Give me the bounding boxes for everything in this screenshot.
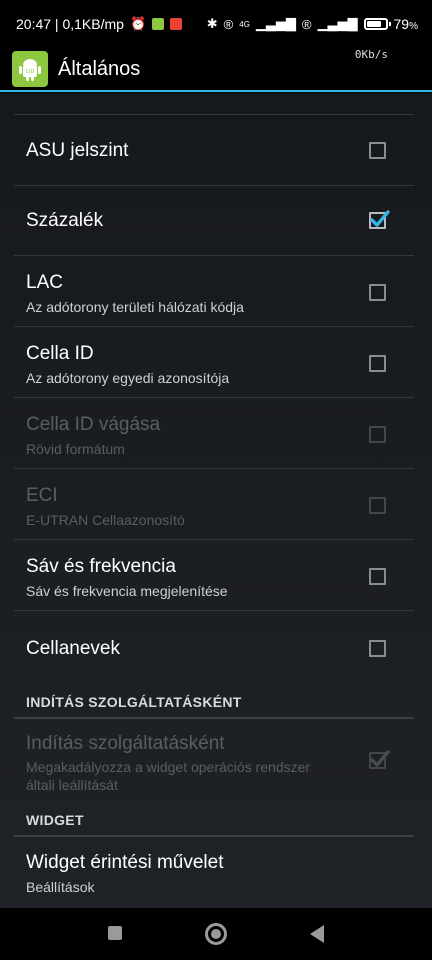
signal-icon-2: ▁▃▅▇ bbox=[317, 16, 358, 31]
checkbox[interactable] bbox=[369, 284, 386, 301]
divider bbox=[14, 397, 414, 398]
setting-title: LAC bbox=[26, 272, 63, 293]
checkmark-icon bbox=[370, 750, 390, 767]
checkbox-disabled bbox=[369, 426, 386, 443]
screen: 20:47 | 0,1KB/mp ⏰ ✱ ® 4G ▁▃▅▇ ® ▁▃▅▇ 79… bbox=[0, 0, 432, 960]
checkbox[interactable] bbox=[369, 640, 386, 657]
checkbox-disabled bbox=[369, 497, 386, 514]
action-bar: CID Általános 0Kb/s bbox=[0, 48, 432, 92]
setting-title: Százalék bbox=[26, 210, 104, 231]
divider bbox=[14, 326, 414, 327]
alarm-icon: ⏰ bbox=[129, 16, 147, 31]
battery-icon bbox=[363, 18, 391, 30]
section-divider bbox=[14, 717, 414, 719]
setting-band-frequency[interactable]: Sáv és frekvencia Sáv és frekvencia megj… bbox=[0, 541, 432, 611]
checkmark-icon bbox=[370, 210, 390, 227]
settings-list[interactable]: ASU jelszint Százalék LAC Az adótorony t… bbox=[0, 94, 432, 908]
divider bbox=[14, 114, 414, 115]
divider bbox=[14, 255, 414, 256]
back-button[interactable] bbox=[310, 925, 324, 943]
setting-cell-names[interactable]: Cellanevek bbox=[0, 612, 432, 682]
setting-eci: ECI E-UTRAN Cellaazonosító bbox=[0, 470, 432, 540]
status-time-speed: 20:47 | 0,1KB/mp bbox=[16, 16, 124, 32]
setting-percent[interactable]: Százalék bbox=[0, 186, 432, 256]
checkbox-checked[interactable] bbox=[369, 210, 390, 229]
setting-title: Widget érintési művelet bbox=[26, 852, 224, 873]
page-title: Általános bbox=[58, 57, 141, 80]
setting-subtitle: Az adótorony területi hálózati kódja bbox=[26, 299, 244, 315]
signal-icon: ▁▃▅▇ bbox=[255, 16, 296, 31]
setting-title: Cella ID vágása bbox=[26, 414, 161, 435]
checkbox-disabled-checked bbox=[369, 750, 390, 769]
setting-title: Sáv és frekvencia bbox=[26, 556, 176, 577]
setting-run-as-service: Indítás szolgáltatásként Megakadályozza … bbox=[0, 722, 432, 800]
navigation-bar bbox=[0, 908, 432, 960]
setting-lac[interactable]: LAC Az adótorony területi hálózati kódja bbox=[0, 257, 432, 327]
android-robot-icon: CID bbox=[19, 59, 41, 81]
divider bbox=[14, 468, 414, 469]
checkbox[interactable] bbox=[369, 142, 386, 159]
setting-subtitle-line-2: általi leállítását bbox=[26, 777, 118, 793]
home-button[interactable] bbox=[205, 923, 227, 945]
setting-title: Indítás szolgáltatásként bbox=[26, 733, 225, 754]
setting-cell-id[interactable]: Cella ID Az adótorony egyedi azonosítója bbox=[0, 328, 432, 398]
setting-title: Cellanevek bbox=[26, 638, 120, 659]
setting-subtitle: E-UTRAN Cellaazonosító bbox=[26, 512, 185, 528]
setting-subtitle: Sáv és frekvencia megjelenítése bbox=[26, 583, 228, 599]
divider bbox=[14, 539, 414, 540]
setting-widget-touch-action[interactable]: Widget érintési művelet Beállítások bbox=[0, 840, 432, 908]
section-header-service: INDÍTÁS SZOLGÁLTATÁSKÉNT bbox=[26, 694, 242, 710]
recents-button[interactable] bbox=[108, 926, 122, 940]
google-notification-icon bbox=[170, 18, 183, 30]
divider bbox=[14, 610, 414, 611]
setting-title: Cella ID bbox=[26, 343, 94, 364]
setting-subtitle: Rövid formátum bbox=[26, 441, 125, 457]
section-divider bbox=[14, 835, 414, 837]
roaming-icon-2: ® bbox=[301, 16, 312, 32]
svg-text:CID: CID bbox=[26, 69, 35, 75]
setting-subtitle: Beállítások bbox=[26, 879, 95, 895]
app-notification-icon bbox=[152, 18, 165, 30]
setting-cell-id-trim: Cella ID vágása Rövid formátum bbox=[0, 399, 432, 469]
setting-title: ASU jelszint bbox=[26, 140, 129, 161]
app-icon[interactable]: CID bbox=[12, 51, 48, 87]
section-header-widget: WIDGET bbox=[26, 812, 84, 828]
network-type-icon: 4G bbox=[239, 19, 250, 29]
checkbox[interactable] bbox=[369, 568, 386, 585]
checkbox[interactable] bbox=[369, 355, 386, 372]
setting-subtitle: Az adótorony egyedi azonosítója bbox=[26, 370, 230, 386]
setting-asu[interactable]: ASU jelszint bbox=[0, 116, 432, 186]
roaming-icon: ® bbox=[223, 16, 234, 32]
battery-percent: 79% bbox=[393, 16, 418, 32]
status-bar: 20:47 | 0,1KB/mp ⏰ ✱ ® 4G ▁▃▅▇ ® ▁▃▅▇ 79… bbox=[0, 0, 432, 48]
setting-subtitle-line-1: Megakadályozza a widget operációs rendsz… bbox=[26, 759, 311, 775]
setting-title: ECI bbox=[26, 485, 58, 506]
net-speed-indicator: 0Kb/s bbox=[354, 48, 388, 61]
bluetooth-icon: ✱ bbox=[206, 16, 218, 31]
